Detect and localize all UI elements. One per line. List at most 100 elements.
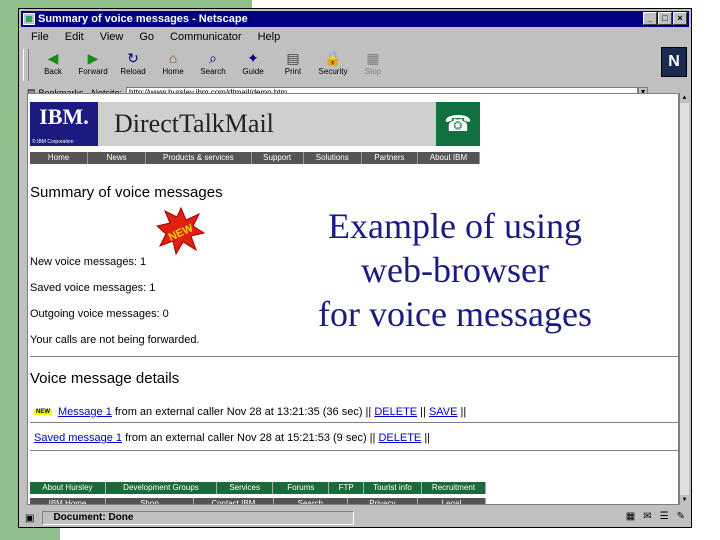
discussion-icon[interactable]: ☰	[660, 511, 669, 522]
nav-link[interactable]: Tourist info	[364, 482, 422, 494]
stop-icon: ▦	[366, 50, 380, 66]
toolbar-home-button[interactable]: ⌂ Home	[153, 47, 193, 81]
close-button[interactable]: ×	[673, 12, 687, 25]
summary-heading: Summary of voice messages	[30, 184, 223, 201]
toolbar-button-label: Print	[284, 67, 302, 76]
divider	[30, 356, 678, 357]
saved-message-1-info: from an external caller Nov 28 at 15:21:…	[122, 432, 379, 444]
toolbar-reload-button[interactable]: ↻ Reload	[113, 47, 153, 81]
forward-arrow-icon: ▶	[87, 50, 99, 66]
page-header-banner: IBM. © IBM Corporation DirectTalkMail ☎	[30, 102, 480, 146]
mail-icon[interactable]: ✉	[643, 511, 651, 522]
product-name: DirectTalkMail	[114, 109, 274, 138]
phone-icon: ☎	[436, 102, 480, 146]
navigation-toolbar: ◀ Back ▶ Forward ↻ Reload ⌂ Home ⌕ Search ✦ Guide ▤ P…	[21, 47, 689, 83]
divider	[30, 450, 678, 451]
saved-message-1-link[interactable]: Saved message 1	[34, 432, 122, 444]
separator: ||	[421, 432, 431, 444]
divider	[30, 422, 678, 423]
window-title: Summary of voice messages - Netscape	[38, 13, 248, 25]
component-bar-icon[interactable]: ▦	[626, 511, 635, 522]
netscape-logo[interactable]: N	[661, 47, 687, 77]
vertical-scrollbar[interactable]: ▲ ▼	[679, 93, 689, 505]
toolbar-grip[interactable]	[23, 49, 29, 81]
nav-link[interactable]: News	[88, 152, 147, 164]
maximize-button[interactable]: □	[658, 12, 672, 25]
menu-bar: File Edit View Go Communicator Help	[21, 29, 689, 45]
nav-link[interactable]: Services	[217, 482, 274, 494]
bottom-nav-hursley: About Hursley Development Groups Services F…	[30, 482, 486, 494]
message-1-delete-link[interactable]: DELETE	[374, 406, 417, 418]
nav-link[interactable]: Privacy	[348, 498, 418, 504]
home-icon: ⌂	[168, 50, 178, 66]
message-1-save-link[interactable]: SAVE	[429, 406, 458, 418]
status-bar: ▣ Document: Done ▦ ✉ ☰ ✎	[21, 511, 689, 525]
nav-link[interactable]: Contact IBM	[194, 498, 274, 504]
nav-link[interactable]: Products & services	[146, 152, 252, 164]
nav-link[interactable]: IBM Home	[30, 498, 106, 504]
status-text: Document: Done	[42, 511, 355, 525]
toolbar-stop-button[interactable]: ▦ Stop	[353, 47, 393, 81]
top-nav-bar: Home News Products & services Support Soluti…	[30, 152, 480, 164]
menu-edit[interactable]: Edit	[65, 31, 84, 43]
reload-icon: ↻	[127, 50, 139, 66]
toolbar-print-button[interactable]: ▤ Print	[273, 47, 313, 81]
nav-link[interactable]: Support	[252, 152, 304, 164]
toolbar-security-button[interactable]: 🔒 Security	[313, 47, 353, 81]
print-icon: ▤	[286, 50, 300, 66]
nav-link[interactable]: Home	[30, 152, 89, 164]
menu-help[interactable]: Help	[258, 31, 281, 43]
ibm-logo-text: IBM.	[39, 104, 89, 129]
caption-line-1: Example of using	[328, 206, 582, 246]
search-icon: ⌕	[209, 50, 217, 66]
menu-go[interactable]: Go	[139, 31, 154, 43]
scroll-down-icon[interactable]: ▼	[680, 495, 689, 505]
nav-link[interactable]: FTP	[329, 482, 364, 494]
back-arrow-icon: ◀	[47, 50, 59, 66]
nav-link[interactable]: About Hursley	[30, 482, 106, 494]
bottom-nav-ibm: IBM Home Shop Contact IBM Search Privacy Lega…	[30, 498, 487, 504]
caption-line-3: for voice messages	[318, 294, 592, 334]
nav-link[interactable]: Search	[274, 498, 348, 504]
new-badge: NEW	[34, 409, 52, 416]
ibm-logo[interactable]: IBM. © IBM Corporation	[30, 102, 98, 146]
slide-caption: Example of using web-browser for voice m…	[300, 204, 610, 336]
menu-communicator[interactable]: Communicator	[170, 31, 242, 43]
ibm-corporation-text: © IBM Corporation	[32, 139, 74, 145]
toolbar-search-button[interactable]: ⌕ Search	[193, 47, 233, 81]
nav-link[interactable]: Solutions	[304, 152, 362, 164]
toolbar-back-button[interactable]: ◀ Back	[33, 47, 73, 81]
nav-link[interactable]: Shop	[106, 498, 194, 504]
nav-link[interactable]: Forums	[273, 482, 330, 494]
nav-link[interactable]: Partners	[362, 152, 418, 164]
netscape-app-icon[interactable]	[23, 13, 35, 25]
product-banner: DirectTalkMail ☎	[98, 102, 480, 146]
menu-file[interactable]: File	[31, 31, 49, 43]
minimize-button[interactable]: _	[643, 12, 657, 25]
summary-new-messages: New voice messages: 1	[30, 256, 147, 268]
toolbar-button-label: Home	[162, 67, 184, 76]
nav-link[interactable]: About IBM	[418, 152, 480, 164]
toolbar-forward-button[interactable]: ▶ Forward	[73, 47, 113, 81]
summary-saved-messages: Saved voice messages: 1	[30, 282, 156, 294]
toolbar-button-label: Back	[44, 67, 62, 76]
toolbar-button-label: Search	[200, 67, 226, 76]
details-heading: Voice message details	[30, 370, 180, 387]
message-1-link[interactable]: Message 1	[58, 406, 112, 418]
title-bar[interactable]: Summary of voice messages - Netscape _ □…	[21, 11, 689, 27]
nav-link[interactable]: Recruitment	[422, 482, 486, 494]
security-status-icon[interactable]: ▣	[25, 513, 34, 524]
message-1-info: from an external caller Nov 28 at 13:21:…	[111, 406, 375, 418]
toolbar-button-label: Reload	[120, 67, 146, 76]
scroll-up-icon[interactable]: ▲	[680, 93, 689, 103]
toolbar-button-label: Forward	[78, 67, 108, 76]
nav-link[interactable]: Development Groups	[106, 482, 218, 494]
lock-icon: 🔒	[324, 50, 342, 66]
composer-icon[interactable]: ✎	[677, 511, 685, 522]
saved-message-1-delete-link[interactable]: DELETE	[378, 432, 421, 444]
menu-view[interactable]: View	[100, 31, 124, 43]
toolbar-guide-button[interactable]: ✦ Guide	[233, 47, 273, 81]
nav-link[interactable]: Legal	[418, 498, 487, 504]
toolbar-button-label: Security	[318, 67, 348, 76]
toolbar-button-label: Guide	[242, 67, 264, 76]
